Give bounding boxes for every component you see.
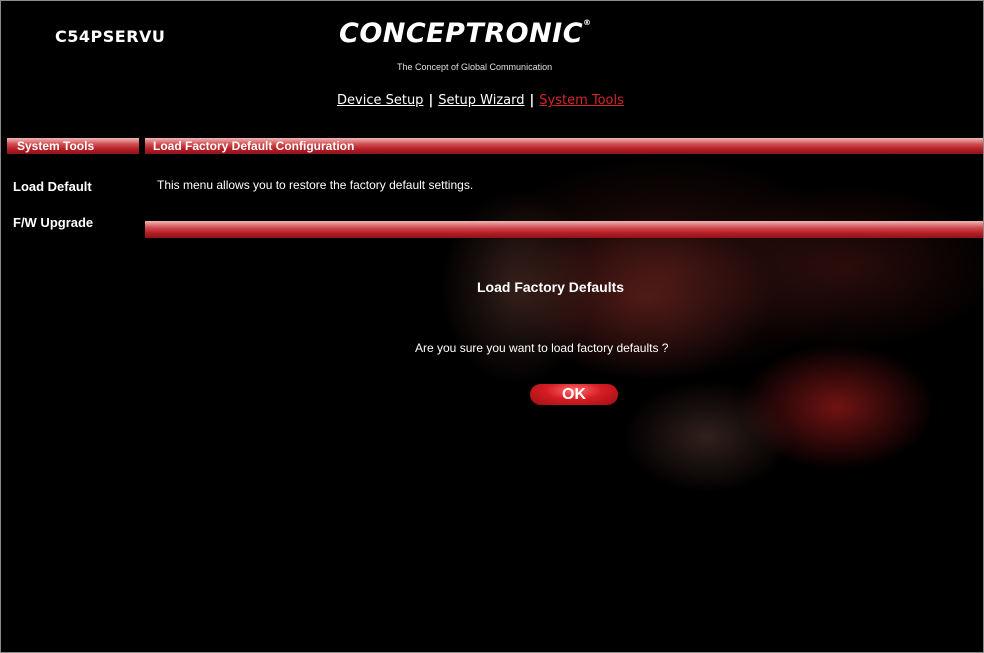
section-divider-bar	[145, 221, 983, 238]
window-frame: C54PSERVU CONCEPTRONIC® The Concept of G…	[0, 0, 984, 653]
nav-separator: |	[428, 93, 434, 108]
page-content: C54PSERVU CONCEPTRONIC® The Concept of G…	[7, 7, 983, 652]
dialog-title: Load Factory Defaults	[477, 279, 625, 295]
registered-mark: ®	[583, 18, 592, 27]
background-photo	[147, 147, 983, 497]
brand-logo-text: CONCEPTRONIC	[339, 18, 584, 49]
nav-setup-wizard[interactable]: Setup Wizard	[438, 93, 524, 108]
brand-logo: CONCEPTRONIC®	[339, 18, 592, 49]
brand-tagline: The Concept of Global Communication	[397, 62, 553, 72]
nav-system-tools[interactable]: System Tools	[539, 93, 624, 108]
sidebar-title: System Tools	[17, 139, 95, 153]
nav-separator: |	[529, 93, 535, 108]
dialog-message: Are you sure you want to load factory de…	[415, 341, 669, 355]
section-title: Load Factory Default Configuration	[153, 139, 355, 153]
section-description: This menu allows you to restore the fact…	[157, 178, 474, 192]
sidebar-header-bar: System Tools	[7, 138, 139, 154]
sidebar-item-load-default[interactable]: Load Default	[13, 179, 92, 194]
top-navigation: Device Setup | Setup Wizard | System Tools	[337, 93, 624, 108]
ok-button[interactable]: OK	[530, 384, 618, 405]
device-name: C54PSERVU	[55, 27, 166, 46]
sidebar-item-fw-upgrade[interactable]: F/W Upgrade	[13, 215, 93, 230]
section-header-bar: Load Factory Default Configuration	[145, 138, 983, 154]
nav-device-setup[interactable]: Device Setup	[337, 93, 423, 108]
